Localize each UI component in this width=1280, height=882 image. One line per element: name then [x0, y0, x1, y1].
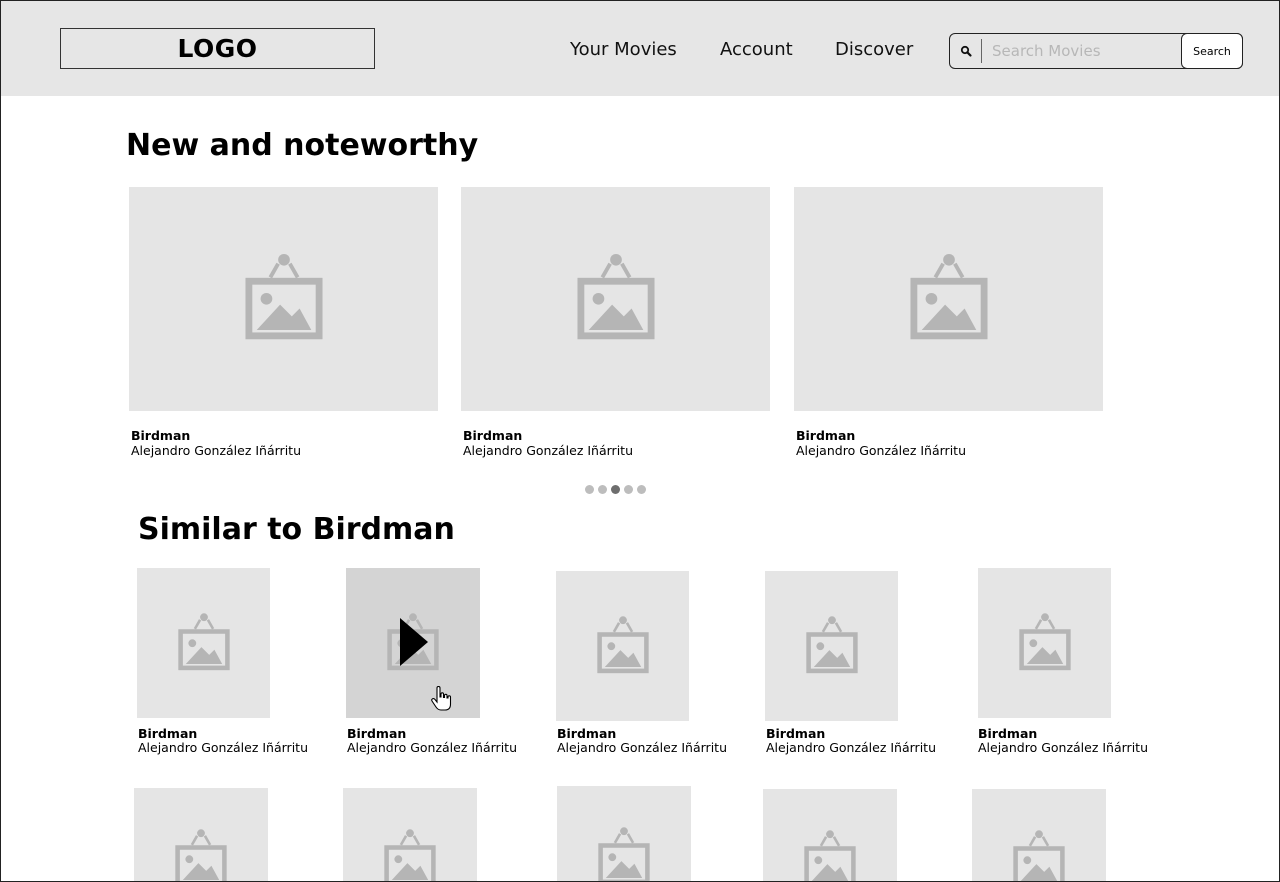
carousel-dot[interactable] — [624, 485, 633, 494]
section-title-similar: Similar to Birdman — [138, 512, 455, 547]
carousel-pagination — [585, 485, 646, 494]
similar-movie-title[interactable]: Birdman — [766, 726, 825, 741]
similar-movie-poster[interactable] — [763, 789, 897, 881]
featured-movie-title[interactable]: Birdman — [463, 428, 522, 443]
image-placeholder-icon — [1018, 613, 1071, 670]
similar-movie-poster[interactable] — [343, 788, 477, 881]
image-placeholder-icon — [175, 829, 227, 881]
similar-movie-poster[interactable] — [137, 568, 270, 718]
image-placeholder-icon — [909, 254, 988, 340]
image-placeholder-icon — [596, 616, 649, 673]
similar-movie-poster[interactable] — [978, 568, 1111, 718]
featured-movie-title[interactable]: Birdman — [796, 428, 855, 443]
featured-movie-director: Alejandro González Iñárritu — [131, 443, 301, 458]
similar-movie-poster[interactable] — [765, 571, 898, 721]
top-bar: LOGO Your Movies Account Discover Search — [1, 1, 1279, 96]
similar-movie-title[interactable]: Birdman — [557, 726, 616, 741]
featured-movie-poster[interactable] — [129, 187, 438, 411]
featured-movie-poster[interactable] — [794, 187, 1103, 411]
image-placeholder-icon — [805, 616, 858, 673]
featured-movie-title[interactable]: Birdman — [131, 428, 190, 443]
similar-movie-title[interactable]: Birdman — [347, 726, 406, 741]
similar-movie-title[interactable]: Birdman — [138, 726, 197, 741]
search-button[interactable]: Search — [1181, 33, 1243, 69]
similar-movie-director: Alejandro González Iñárritu — [347, 740, 517, 755]
similar-movie-director: Alejandro González Iñárritu — [766, 740, 936, 755]
similar-movie-poster[interactable] — [346, 568, 480, 718]
image-placeholder-icon — [384, 829, 436, 881]
image-placeholder-icon — [1013, 830, 1065, 881]
similar-movie-poster[interactable] — [557, 786, 691, 881]
featured-movie-poster[interactable] — [461, 187, 770, 411]
image-placeholder-icon — [244, 254, 323, 340]
carousel-dot[interactable] — [585, 485, 594, 494]
hand-cursor-icon — [430, 685, 452, 712]
search-icon[interactable] — [958, 41, 976, 61]
similar-movie-poster[interactable] — [134, 788, 268, 881]
featured-movie-director: Alejandro González Iñárritu — [463, 443, 633, 458]
play-icon[interactable] — [400, 618, 428, 666]
image-placeholder-icon — [804, 830, 856, 881]
similar-movie-title[interactable]: Birdman — [978, 726, 1037, 741]
image-placeholder-icon — [177, 613, 230, 670]
similar-movie-director: Alejandro González Iñárritu — [138, 740, 308, 755]
nav-discover[interactable]: Discover — [835, 39, 913, 60]
image-placeholder-icon — [576, 254, 655, 340]
similar-movie-poster[interactable] — [972, 789, 1106, 881]
image-placeholder-icon — [598, 827, 650, 881]
carousel-dot[interactable] — [637, 485, 646, 494]
section-title-new-and-noteworthy: New and noteworthy — [126, 128, 479, 163]
carousel-dot[interactable] — [598, 485, 607, 494]
logo[interactable]: LOGO — [60, 28, 375, 69]
nav-your-movies[interactable]: Your Movies — [570, 39, 677, 60]
similar-movie-poster[interactable] — [556, 571, 689, 721]
nav-account[interactable]: Account — [720, 39, 793, 60]
carousel-dot[interactable] — [611, 485, 620, 494]
search-bar: Search — [949, 33, 1243, 69]
featured-movie-director: Alejandro González Iñárritu — [796, 443, 966, 458]
search-input[interactable] — [981, 39, 1171, 63]
similar-movie-director: Alejandro González Iñárritu — [978, 740, 1148, 755]
similar-movie-director: Alejandro González Iñárritu — [557, 740, 727, 755]
